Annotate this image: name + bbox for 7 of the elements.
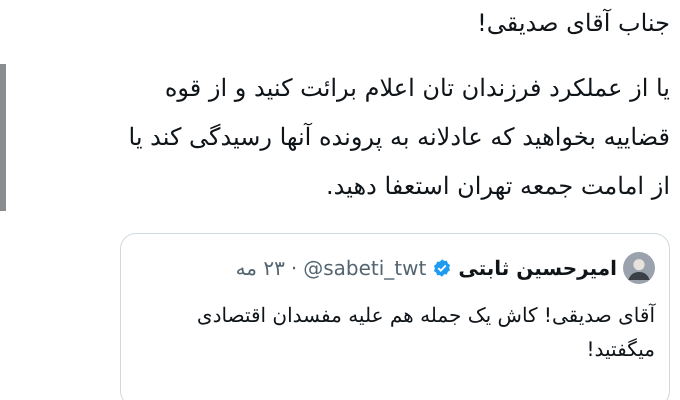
author-name[interactable]: امیرحسین ثابتی <box>458 256 617 280</box>
separator-dot: · <box>290 256 298 280</box>
author-handle[interactable]: @sabeti_twt <box>303 256 426 280</box>
tweet-date[interactable]: ۲۳ مه <box>236 256 285 280</box>
tweet-text: یا از عملکرد فرزندان تان اعلام برائت کنید و از قوه قضاییه بخواهید که عادلانه به پرونده آنها رسیدگی کند یا از امامت جمعه تهران استعفا دهید. <box>128 73 670 202</box>
tweet-greeting: جناب آقای صدیقی! <box>476 8 670 39</box>
quoted-tweet-text: آقای صدیقی! کاش یک جمله هم علیه مفسدان اقتصادی میگفتید! <box>196 302 655 363</box>
